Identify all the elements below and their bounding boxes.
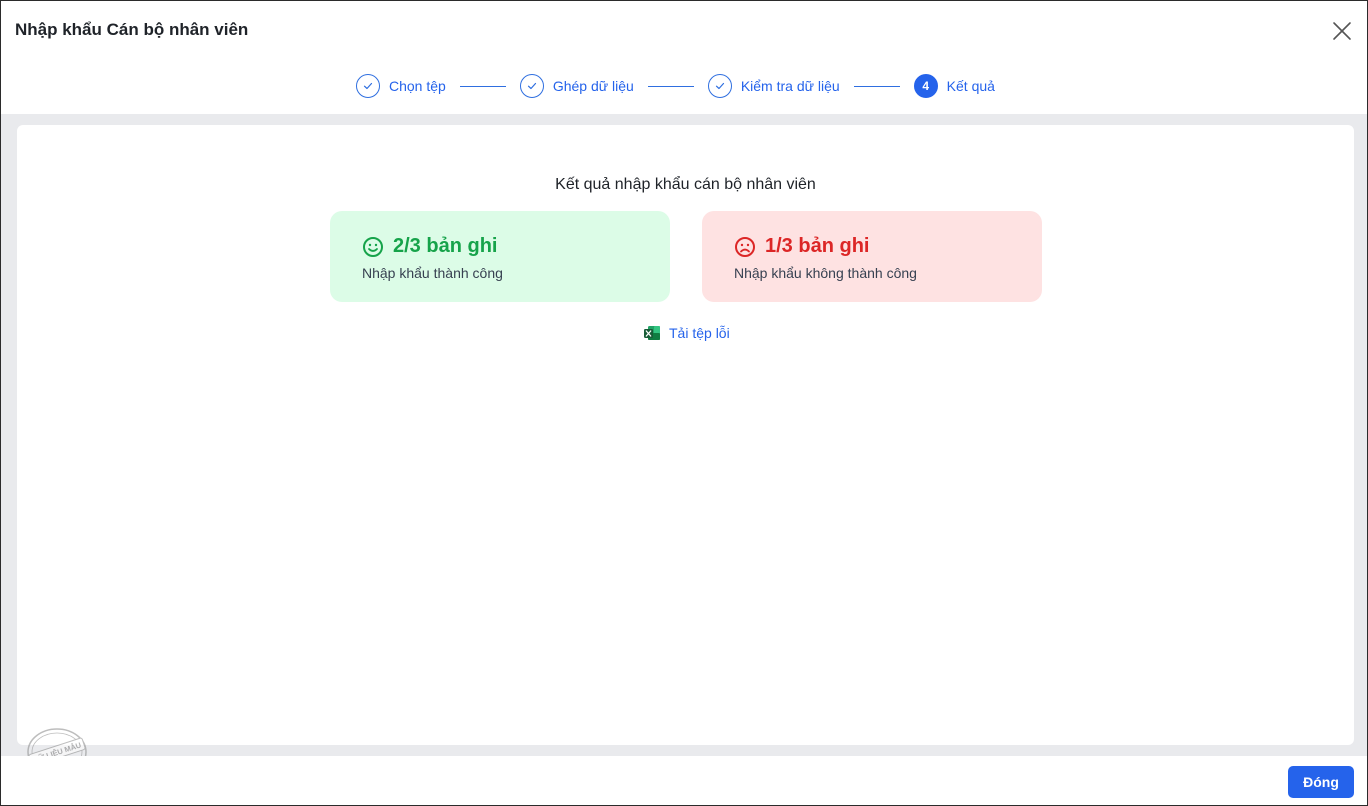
fail-count: 1/3 bản ghi — [765, 235, 870, 257]
dialog-title: Nhập khẩu Cán bộ nhân viên — [15, 20, 249, 39]
step-connector — [853, 85, 900, 87]
step-map-data[interactable]: Ghép dữ liệu — [519, 74, 634, 98]
step-check-data[interactable]: Kiểm tra dữ liệu — [707, 74, 840, 98]
fail-label: Nhập khẩu không thành công — [734, 265, 917, 281]
success-summary: 2/3 bản ghi Nhập khẩu thành công — [330, 211, 670, 302]
import-dialog: Nhập khẩu Cán bộ nhân viên Chọn tệp Ghép… — [0, 0, 1368, 806]
dialog-footer: Đóng — [1, 756, 1367, 805]
success-count: 2/3 bản ghi — [393, 235, 498, 257]
check-icon — [707, 74, 732, 98]
frown-icon — [735, 236, 755, 257]
step-result[interactable]: 4 Kết quả — [913, 74, 995, 98]
result-title: Kết quả nhập khẩu cán bộ nhân viên — [555, 176, 816, 193]
step-connector — [459, 85, 506, 87]
close-button[interactable]: Đóng — [1288, 766, 1354, 798]
step-connector — [647, 85, 694, 87]
download-label: Tải tệp lỗi — [669, 325, 730, 341]
dialog-body: Kết quả nhập khẩu cán bộ nhân viên 2/3 b… — [1, 114, 1367, 756]
excel-icon — [644, 326, 660, 340]
step-choose-file[interactable]: Chọn tệp — [356, 74, 446, 98]
check-icon — [356, 74, 380, 98]
result-card: Kết quả nhập khẩu cán bộ nhân viên 2/3 b… — [17, 125, 1354, 745]
step-number: 4 — [913, 74, 938, 98]
stepper: Chọn tệp Ghép dữ liệu Kiểm tra dữ liệu 4… — [356, 73, 995, 99]
step-label: Chọn tệp — [389, 78, 446, 94]
step-label: Kết quả — [946, 78, 995, 94]
step-label: Ghép dữ liệu — [552, 78, 634, 94]
check-icon — [519, 74, 544, 98]
close-icon[interactable] — [1329, 18, 1355, 44]
fail-summary: 1/3 bản ghi Nhập khẩu không thành công — [702, 211, 1042, 302]
smile-icon — [363, 236, 383, 257]
step-label: Kiểm tra dữ liệu — [740, 78, 840, 94]
download-error-file-link[interactable]: Tải tệp lỗi — [643, 324, 730, 342]
success-label: Nhập khẩu thành công — [362, 265, 503, 281]
dialog-header: Nhập khẩu Cán bộ nhân viên Chọn tệp Ghép… — [1, 1, 1367, 114]
